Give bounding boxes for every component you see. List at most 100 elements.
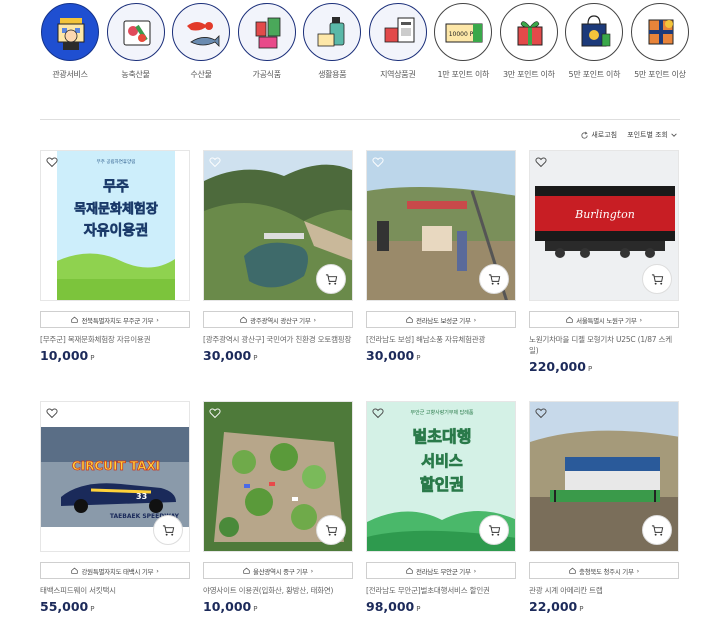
product-card[interactable]: 울산광역시 중구 기부 › 야영사이트 이용권(입화산, 황방산, 태화연) 1… — [203, 401, 353, 614]
heart-icon[interactable] — [535, 407, 547, 419]
region-donation-button[interactable]: 충청북도 청주시 기부 › — [529, 562, 679, 579]
product-card[interactable]: 광주광역시 광산구 기부 › [광주광역시 광산구] 국민여가 친환경 오토캠핑… — [203, 150, 353, 363]
home-icon — [71, 567, 79, 574]
add-to-cart-button[interactable] — [316, 515, 346, 545]
cart-icon — [325, 524, 337, 536]
price-unit: P — [253, 354, 258, 362]
category-household[interactable]: 생활용품 — [302, 3, 362, 80]
product-card[interactable]: 충청북도 청주시 기부 › 관광 시계 아메리칸 트랩 22,000 P — [529, 401, 679, 614]
category-label: 1만 포인트 이하 — [437, 70, 490, 79]
product-name[interactable]: 노원기차마을 디젤 모형기차 U25C (1/87 스케일) — [529, 334, 679, 356]
chevron-right-icon: › — [636, 566, 640, 575]
product-image[interactable] — [366, 150, 516, 301]
category-label: 5만 포인트 이하 — [568, 70, 621, 79]
product-image[interactable]: Burlington — [529, 150, 679, 301]
product-name[interactable]: [전라남도 보성] 해남소풍 자유체험관광 — [366, 334, 516, 345]
product-name[interactable]: [무주군] 목재문화체험장 자유이용권 — [40, 334, 190, 345]
add-to-cart-button[interactable] — [479, 515, 509, 545]
product-image[interactable]: 무주 공립자연휴양림 무주 목재문화체험장 자유이용권 — [40, 150, 190, 301]
product-card[interactable]: 무주 공립자연휴양림 무주 목재문화체험장 자유이용권 전북특별자치도 무주군 … — [40, 150, 190, 363]
add-to-cart-button[interactable] — [316, 264, 346, 294]
category-over-50000p[interactable]: 5만 포인트 이상 — [630, 3, 690, 80]
svg-text:자유이용권: 자유이용권 — [84, 222, 148, 239]
home-icon — [566, 316, 573, 323]
svg-text:10000 P: 10000 P — [449, 31, 474, 38]
price-unit: P — [587, 365, 593, 373]
product-card[interactable]: Burlington 서울특별시 노원구 기부 › 노원기차마을 디젤 모형기차… — [529, 150, 679, 374]
product-image[interactable] — [203, 401, 353, 552]
sort-label: 포인트별 조회 — [627, 131, 668, 139]
product-image[interactable] — [529, 401, 679, 552]
product-price: 22,000 P — [529, 599, 679, 614]
region-donation-button[interactable]: 서울특별시 노원구 기부 › — [529, 311, 679, 328]
region-label: 충청북도 청주시 기부 — [579, 567, 634, 576]
heart-icon[interactable] — [209, 407, 221, 419]
price-value: 10,000 — [40, 348, 89, 363]
category-processed-food[interactable]: 가공식품 — [237, 3, 297, 80]
add-to-cart-button[interactable] — [642, 264, 672, 294]
region-donation-button[interactable]: 강원특별자치도 태백시 기부 › — [40, 562, 190, 579]
category-under-30000p[interactable]: 3만 포인트 이하 — [499, 3, 559, 80]
add-to-cart-button[interactable] — [153, 515, 183, 545]
product-name[interactable]: 야영사이트 이용권(입화산, 황방산, 태화연) — [203, 585, 353, 596]
category-local-voucher[interactable]: 지역상품권 — [368, 3, 428, 80]
gift-box-icon — [499, 3, 558, 61]
svg-text:서비스: 서비스 — [421, 452, 463, 470]
category-tourism-service[interactable]: 관광서비스 — [40, 3, 100, 80]
refresh-button[interactable]: 새로고침 — [580, 130, 617, 140]
product-card[interactable]: CIRCUIT TAXI 33 TAEBAEK SPEEDWAY 강원특별자치도… — [40, 401, 190, 614]
svg-text:목재문화체험장: 목재문화체험장 — [74, 201, 158, 217]
svg-text:33: 33 — [136, 492, 147, 501]
svg-text:벌초대행: 벌초대행 — [413, 427, 472, 446]
heart-icon[interactable] — [372, 407, 384, 419]
product-name[interactable]: 관광 시계 아메리칸 트랩 — [529, 585, 679, 596]
product-card[interactable]: 전라남도 보성군 기부 › [전라남도 보성] 해남소풍 자유체험관광 30,0… — [366, 150, 516, 363]
category-under-10000p[interactable]: 10000 P 1만 포인트 이하 — [433, 3, 493, 80]
chevron-down-icon — [671, 133, 677, 137]
product-image[interactable]: CIRCUIT TAXI 33 TAEBAEK SPEEDWAY — [40, 401, 190, 552]
home-icon — [406, 316, 413, 323]
product-image[interactable]: 무안군 고향사랑기부제 답례품 벌초대행 서비스 할인권 — [366, 401, 516, 552]
processed-food-icon — [237, 3, 296, 61]
product-card[interactable]: 무안군 고향사랑기부제 답례품 벌초대행 서비스 할인권 전라남도 무안군 기부… — [366, 401, 516, 614]
category-label: 지역상품권 — [380, 70, 416, 79]
home-icon — [243, 567, 250, 574]
heart-icon[interactable] — [46, 156, 58, 168]
home-icon — [240, 316, 247, 323]
chevron-right-icon: › — [156, 315, 159, 324]
sort-dropdown[interactable]: 포인트별 조회 — [627, 130, 678, 140]
product-name[interactable]: [광주광역시 광산구] 국민여가 친환경 오토캠핑장 — [203, 334, 353, 345]
svg-text:할인권: 할인권 — [420, 475, 464, 494]
category-seafood[interactable]: 수산물 — [171, 3, 231, 80]
svg-text:무주 공립자연휴양림: 무주 공립자연휴양림 — [97, 158, 136, 165]
seafood-icon — [172, 3, 231, 61]
voucher-10000p-icon: 10000 P — [434, 3, 493, 61]
price-unit: P — [253, 605, 258, 613]
add-to-cart-button[interactable] — [642, 515, 672, 545]
price-unit: P — [90, 605, 95, 613]
product-image[interactable] — [203, 150, 353, 301]
cart-icon — [162, 524, 174, 536]
region-donation-button[interactable]: 울산광역시 중구 기부 › — [203, 562, 353, 579]
heart-icon[interactable] — [535, 156, 547, 168]
price-value: 55,000 — [40, 599, 89, 614]
heart-icon[interactable] — [209, 156, 221, 168]
region-donation-button[interactable]: 전북특별자치도 무주군 기부 › — [40, 311, 190, 328]
refresh-label: 새로고침 — [591, 131, 618, 139]
heart-icon[interactable] — [46, 407, 58, 419]
product-name[interactable]: [전라남도 무안군]벌초대행서비스 할인권 — [366, 585, 516, 596]
category-nav: 관광서비스 농축산물 수산물 가공식품 생활용품 지역상품권 10000 P 1… — [40, 3, 690, 80]
category-agricultural[interactable]: 농축산물 — [106, 3, 166, 80]
add-to-cart-button[interactable] — [479, 264, 509, 294]
region-donation-button[interactable]: 광주광역시 광산구 기부 › — [203, 311, 353, 328]
price-value: 30,000 — [366, 348, 415, 363]
region-donation-button[interactable]: 전라남도 보성군 기부 › — [366, 311, 516, 328]
region-donation-button[interactable]: 전라남도 무안군 기부 › — [366, 562, 516, 579]
region-label: 전라남도 보성군 기부 — [416, 316, 471, 325]
category-under-50000p[interactable]: 5만 포인트 이하 — [564, 3, 624, 80]
product-name[interactable]: 태백스피드웨이 서킷택시 — [40, 585, 190, 596]
product-price: 30,000 P — [366, 348, 516, 363]
heart-icon[interactable] — [372, 156, 384, 168]
region-label: 전라남도 무안군 기부 — [416, 567, 471, 576]
refresh-icon — [581, 131, 589, 139]
